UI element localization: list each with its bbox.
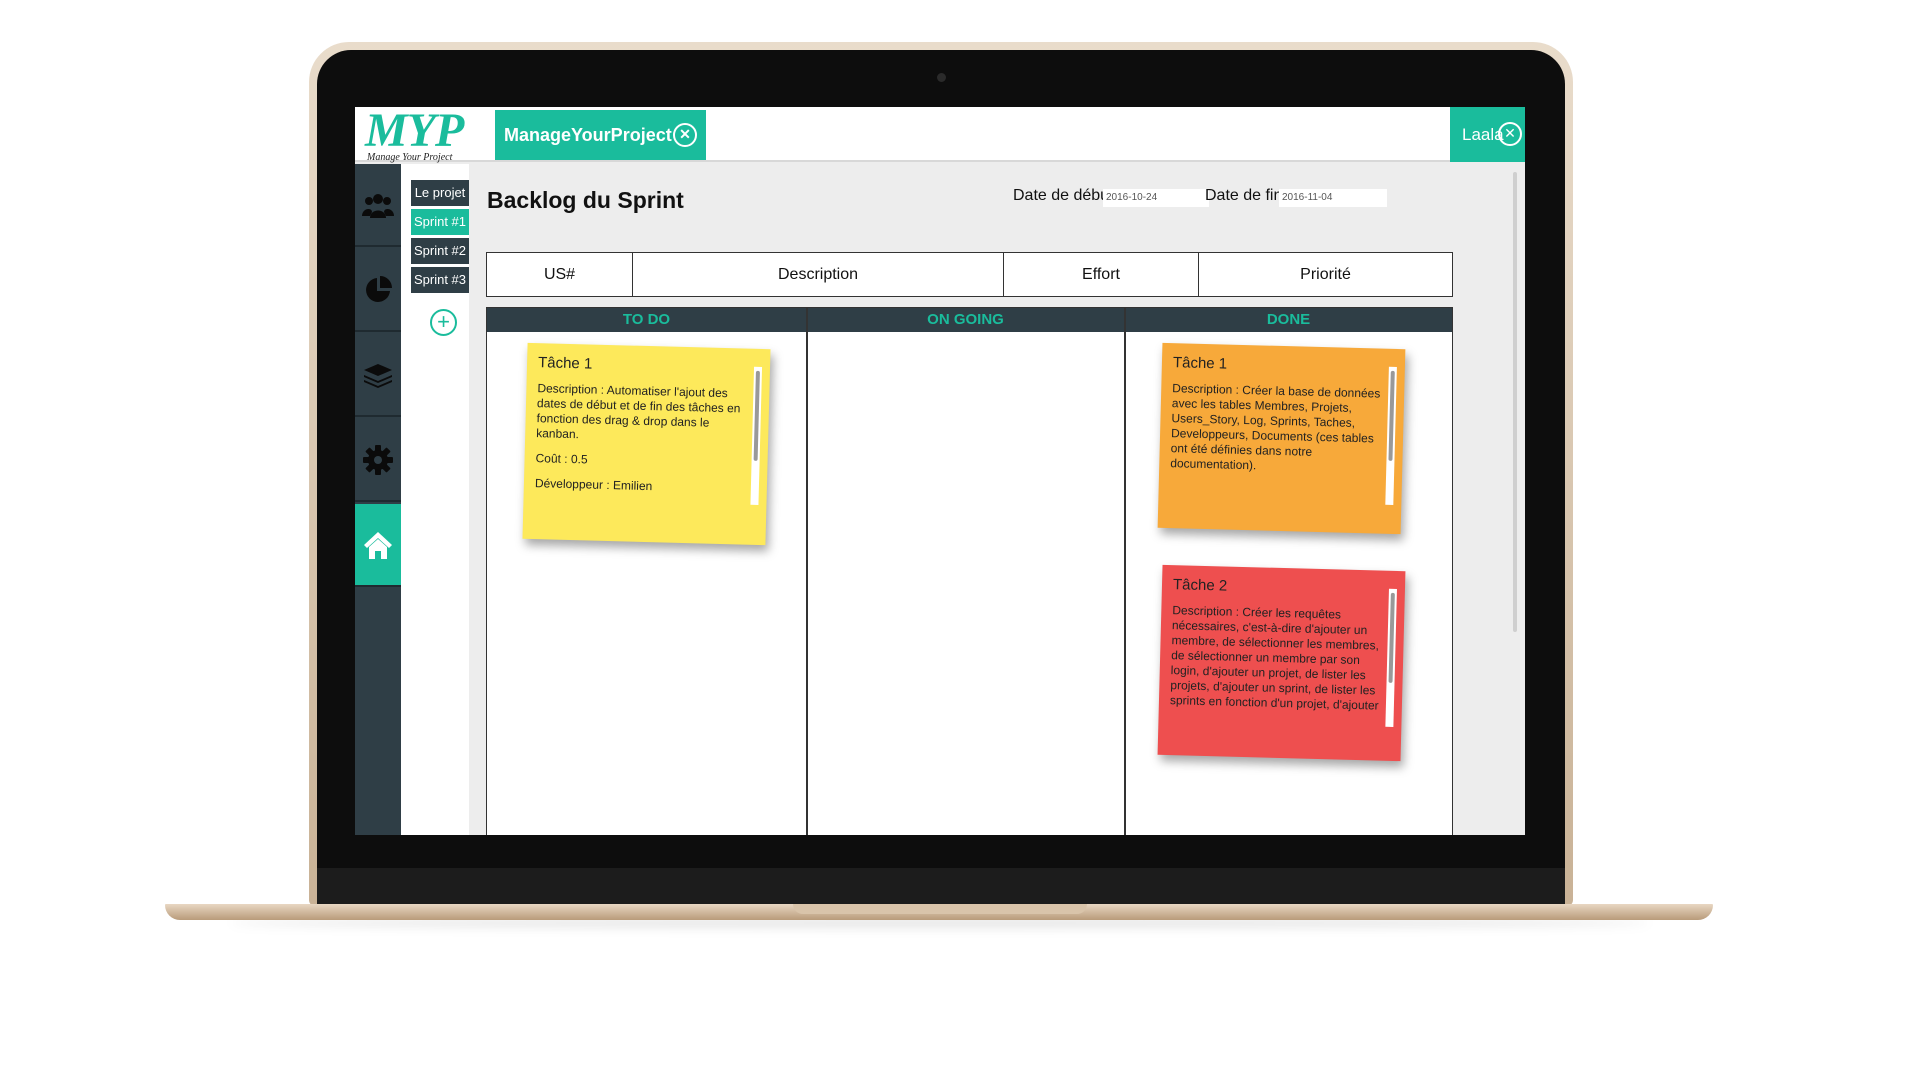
app-screen: MYP Manage Your Project ManageYourProjec… (355, 107, 1525, 835)
nav-item-members[interactable] (355, 164, 401, 247)
start-date-input[interactable]: 2016-10-24 (1103, 189, 1209, 207)
task-card[interactable]: Tâche 1 Description : Créer la base de d… (1157, 342, 1406, 535)
logo-text: MYP (365, 107, 464, 157)
project-tab[interactable]: ManageYourProject ✕ (495, 110, 706, 160)
task-card[interactable]: Tâche 2 Description : Créer les requêtes… (1157, 564, 1406, 762)
task-developer: Développeur : Emilien (534, 476, 653, 494)
main-content: Backlog du Sprint Date de début 2016-10-… (469, 164, 1487, 835)
pie-chart-icon (366, 275, 392, 302)
end-date-label: Date de fin (1205, 187, 1283, 204)
card-scrollbar[interactable] (1385, 588, 1397, 727)
top-bar: MYP Manage Your Project ManageYourProjec… (355, 107, 1525, 163)
left-nav (355, 164, 401, 835)
sprint-nav: Le projet Sprint #1 Sprint #2 Sprint #3 … (401, 164, 469, 835)
layers-icon (364, 363, 392, 388)
kanban-board: TO DO ON GOING DONE Tâche 1 Description … (486, 307, 1453, 835)
column-header-priority: Priorité (1300, 265, 1351, 283)
logo-subtitle: Manage Your Project (367, 152, 453, 163)
kanban-column-done-header: DONE (1125, 308, 1452, 332)
laptop-notch (793, 904, 1087, 914)
card-scrollbar[interactable] (750, 366, 763, 505)
page-scrollbar[interactable] (1513, 172, 1517, 632)
task-description: Description : Automatiser l'ajout des da… (536, 381, 741, 442)
column-header-us: US# (487, 253, 633, 296)
column-header-description: Description (633, 253, 1004, 296)
end-date-input[interactable]: 2016-11-04 (1279, 189, 1387, 207)
task-description: Description : Créer la base de données a… (1170, 381, 1381, 473)
task-cost: Coût : 0.5 (535, 451, 588, 467)
task-description: Description : Créer les requêtes nécessa… (1169, 603, 1380, 713)
user-story-table-header: US# Description Effort Priorité (486, 252, 1453, 297)
start-date-label: Date de début (1013, 187, 1114, 204)
user-tab[interactable]: Laala ✕ (1450, 107, 1525, 162)
app-logo[interactable]: MYP Manage Your Project (365, 107, 465, 163)
kanban-column-ongoing-header: ON GOING (807, 308, 1124, 332)
nav-item-settings[interactable] (355, 419, 401, 502)
column-header-effort: Effort (1004, 253, 1199, 296)
laptop-chin (317, 868, 1565, 906)
page-title: Backlog du Sprint (487, 187, 684, 213)
task-card[interactable]: Tâche 1 Description : Automatiser l'ajou… (522, 342, 771, 546)
column-divider (1124, 308, 1126, 835)
nav-item-stats[interactable] (355, 249, 401, 332)
users-icon (362, 193, 394, 218)
sprint-nav-sprint-3[interactable]: Sprint #3 (411, 267, 469, 293)
task-title: Tâche 1 (537, 354, 593, 373)
card-scrollbar[interactable] (1385, 366, 1397, 505)
logout-close-icon[interactable]: ✕ (1498, 122, 1522, 146)
gear-icon (363, 444, 393, 475)
close-icon[interactable]: ✕ (673, 123, 697, 147)
camera-dot (937, 73, 946, 82)
kanban-column-todo-header: TO DO (487, 308, 806, 332)
home-icon (364, 531, 392, 559)
task-title: Tâche 1 (1172, 354, 1228, 373)
project-tab-label: ManageYourProject (504, 125, 672, 145)
sprint-nav-project[interactable]: Le projet (411, 180, 469, 206)
nav-item-backlog[interactable] (355, 334, 401, 417)
task-title: Tâche 2 (1172, 576, 1228, 595)
sprint-nav-sprint-1[interactable]: Sprint #1 (411, 209, 469, 235)
sprint-nav-sprint-2[interactable]: Sprint #2 (411, 238, 469, 264)
add-sprint-button[interactable]: + (430, 309, 457, 336)
nav-item-home[interactable] (355, 504, 401, 587)
column-divider (806, 308, 808, 835)
laptop-mockup: MYP Manage Your Project ManageYourProjec… (0, 0, 1920, 1080)
